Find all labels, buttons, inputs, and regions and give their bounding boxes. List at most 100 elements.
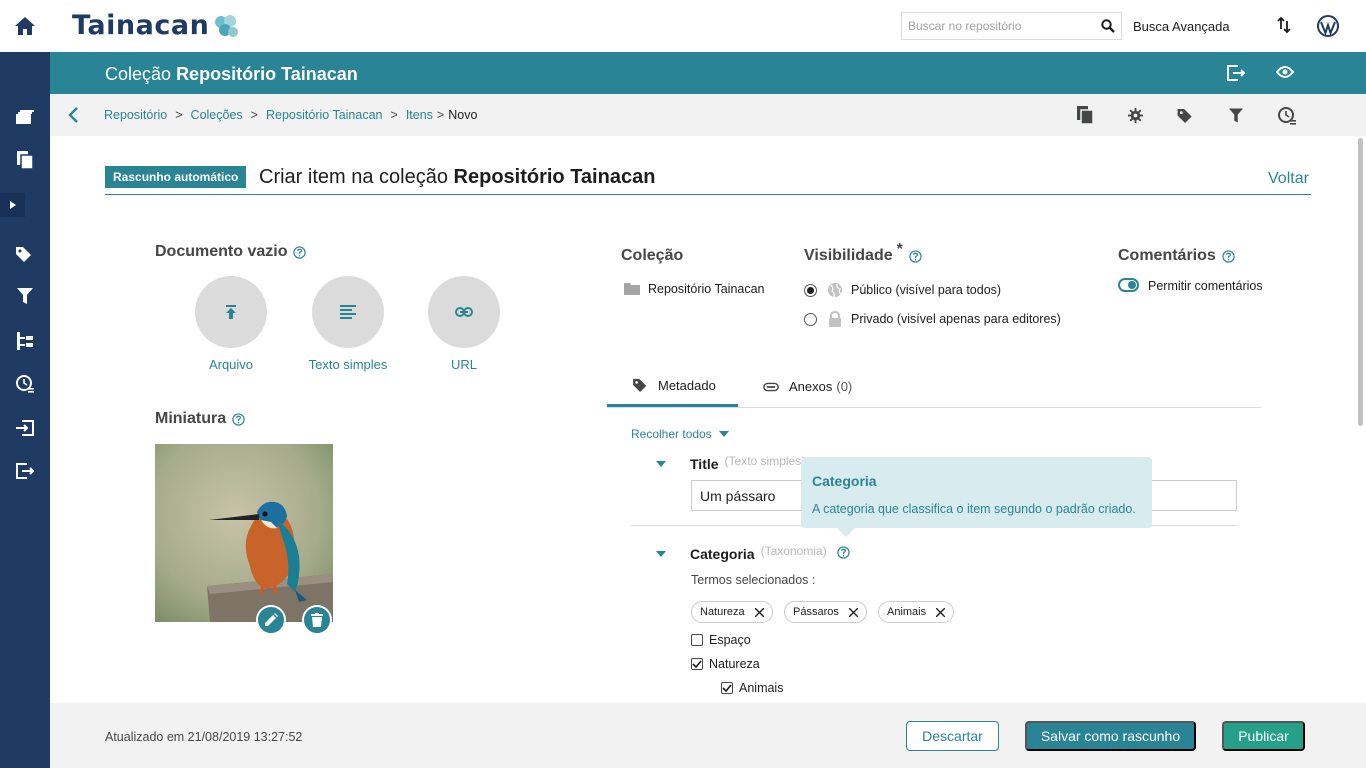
checkmark-icon [692, 660, 702, 668]
help-icon[interactable] [232, 412, 245, 426]
term-checkbox[interactable] [691, 634, 703, 646]
help-icon[interactable] [1222, 249, 1235, 263]
comments-toggle[interactable] [1118, 278, 1139, 292]
term-tag: Natureza [691, 601, 773, 623]
filter-icon[interactable] [1229, 108, 1243, 123]
collapse-field-icon[interactable] [656, 461, 666, 467]
breadcrumb-collection[interactable]: Repositório Tainacan [266, 108, 383, 122]
exit-collection-icon[interactable] [1227, 65, 1245, 81]
home-icon[interactable] [0, 0, 50, 52]
upload-icon[interactable] [195, 276, 267, 348]
expand-sidebar-icon[interactable] [0, 193, 25, 217]
tab-metadata[interactable]: Metadado [607, 366, 738, 407]
document-option-url[interactable]: URL [414, 276, 514, 372]
comments-title: Comentários [1118, 247, 1235, 265]
breadcrumb: Repositório > Coleções > Repositório Tai… [104, 108, 477, 122]
edit-thumbnail-button[interactable] [256, 605, 286, 635]
visibility-title: Visibilidade * [804, 241, 922, 265]
view-icon[interactable] [1276, 65, 1294, 79]
tags-icon[interactable] [1177, 108, 1195, 123]
collections-icon[interactable] [0, 99, 50, 135]
folder-icon [624, 283, 640, 295]
items-tool-icon[interactable] [1077, 106, 1093, 124]
trash-icon [311, 613, 323, 627]
help-icon[interactable] [293, 245, 307, 259]
collapse-field-icon[interactable] [656, 551, 666, 557]
lock-icon [829, 311, 841, 327]
globe-icon [828, 283, 842, 298]
scrollbar[interactable] [1358, 138, 1363, 426]
activities-icon[interactable] [1278, 107, 1296, 125]
term-checkbox[interactable] [721, 682, 733, 694]
breadcrumb-separator: > [175, 108, 183, 122]
importers-icon[interactable] [0, 410, 50, 446]
term-checkbox-row[interactable]: Natureza [691, 657, 760, 671]
updated-timestamp: Atualizado em 21/08/2019 13:27:52 [105, 730, 303, 744]
tag-icon [633, 378, 647, 392]
back-link[interactable]: Voltar [1268, 170, 1309, 188]
term-checkbox-row[interactable]: Animais [721, 681, 783, 695]
title-divider [105, 194, 1311, 195]
document-option-file[interactable]: Arquivo [181, 276, 281, 372]
remove-term-icon[interactable] [936, 607, 946, 617]
category-field-type: (Taxonomia) [760, 544, 827, 558]
sort-icon[interactable] [1277, 17, 1291, 33]
checkmark-icon [722, 684, 732, 692]
visibility-private-label: Privado (visível apenas para editores) [851, 312, 1061, 326]
collection-title: Coleção Repositório Tainacan [105, 64, 358, 85]
search-icon[interactable] [1101, 19, 1115, 33]
title-field-type: (Texto simples) [724, 454, 806, 468]
items-icon[interactable] [0, 142, 50, 178]
collapse-all-button[interactable]: Recolher todos [631, 427, 729, 441]
breadcrumb-items[interactable]: Itens [406, 108, 433, 122]
selected-terms-label: Termos selecionados : [691, 573, 816, 587]
tab-attachments[interactable]: Anexos (0) [761, 366, 852, 407]
thumbnail-section-title: Miniatura [155, 410, 245, 428]
page-title-collection: Repositório Tainacan [453, 166, 656, 188]
document-option-label[interactable]: Arquivo [181, 357, 281, 372]
wordpress-icon[interactable] [1317, 15, 1339, 37]
logo-text: Tainacan [72, 10, 210, 41]
text-icon[interactable] [312, 276, 384, 348]
link-icon[interactable] [428, 276, 500, 348]
save-draft-button[interactable]: Salvar como rascunho [1025, 721, 1196, 751]
category-field-header[interactable]: Categoria (Taxonomia) [656, 544, 850, 562]
visibility-private-option[interactable]: Privado (visível apenas para editores) [804, 311, 1061, 327]
radio-public[interactable] [804, 283, 817, 297]
thumbnail-title: Miniatura [155, 410, 227, 427]
help-tooltip: Categoria A categoria que classifica o i… [801, 457, 1152, 537]
taxonomies-icon[interactable] [0, 236, 50, 272]
page-title-prefix: Criar item na coleção [259, 166, 448, 188]
publish-button[interactable]: Publicar [1222, 721, 1305, 751]
document-option-label[interactable]: Texto simples [298, 357, 398, 372]
help-icon[interactable] [836, 545, 850, 559]
breadcrumb-repository[interactable]: Repositório [104, 108, 167, 122]
term-checkbox-row[interactable]: Espaço [691, 633, 751, 647]
term-checkbox[interactable] [691, 658, 703, 670]
settings-gear-icon[interactable] [1128, 108, 1143, 123]
delete-thumbnail-button[interactable] [302, 605, 332, 635]
back-arrow-icon[interactable] [67, 107, 79, 123]
collection-title-prefix: Coleção [105, 64, 172, 84]
remove-term-icon[interactable] [754, 607, 764, 617]
search-input[interactable] [902, 13, 1092, 39]
tainacan-logo[interactable]: Tainacan [72, 10, 239, 41]
collapse-all-label: Recolher todos [631, 427, 712, 441]
document-title: Documento vazio [155, 243, 288, 260]
radio-private[interactable] [804, 312, 817, 326]
visibility-public-option[interactable]: Público (visível para todos) [804, 282, 1001, 298]
document-option-label[interactable]: URL [414, 357, 514, 372]
breadcrumb-separator: > [250, 108, 258, 122]
advanced-search-link[interactable]: Busca Avançada [1133, 19, 1230, 34]
filters-icon[interactable] [0, 278, 50, 314]
remove-term-icon[interactable] [848, 607, 858, 617]
metadata-icon[interactable] [0, 323, 50, 359]
help-icon[interactable] [909, 249, 922, 263]
title-field-header[interactable]: Title (Texto simples) [656, 454, 806, 472]
document-option-text[interactable]: Texto simples [298, 276, 398, 372]
term-tag-label: Pássaros [793, 606, 839, 618]
breadcrumb-collections[interactable]: Coleções [191, 108, 243, 122]
exporters-icon[interactable] [0, 453, 50, 489]
activities-icon[interactable] [0, 366, 50, 402]
discard-button[interactable]: Descartar [906, 721, 999, 751]
